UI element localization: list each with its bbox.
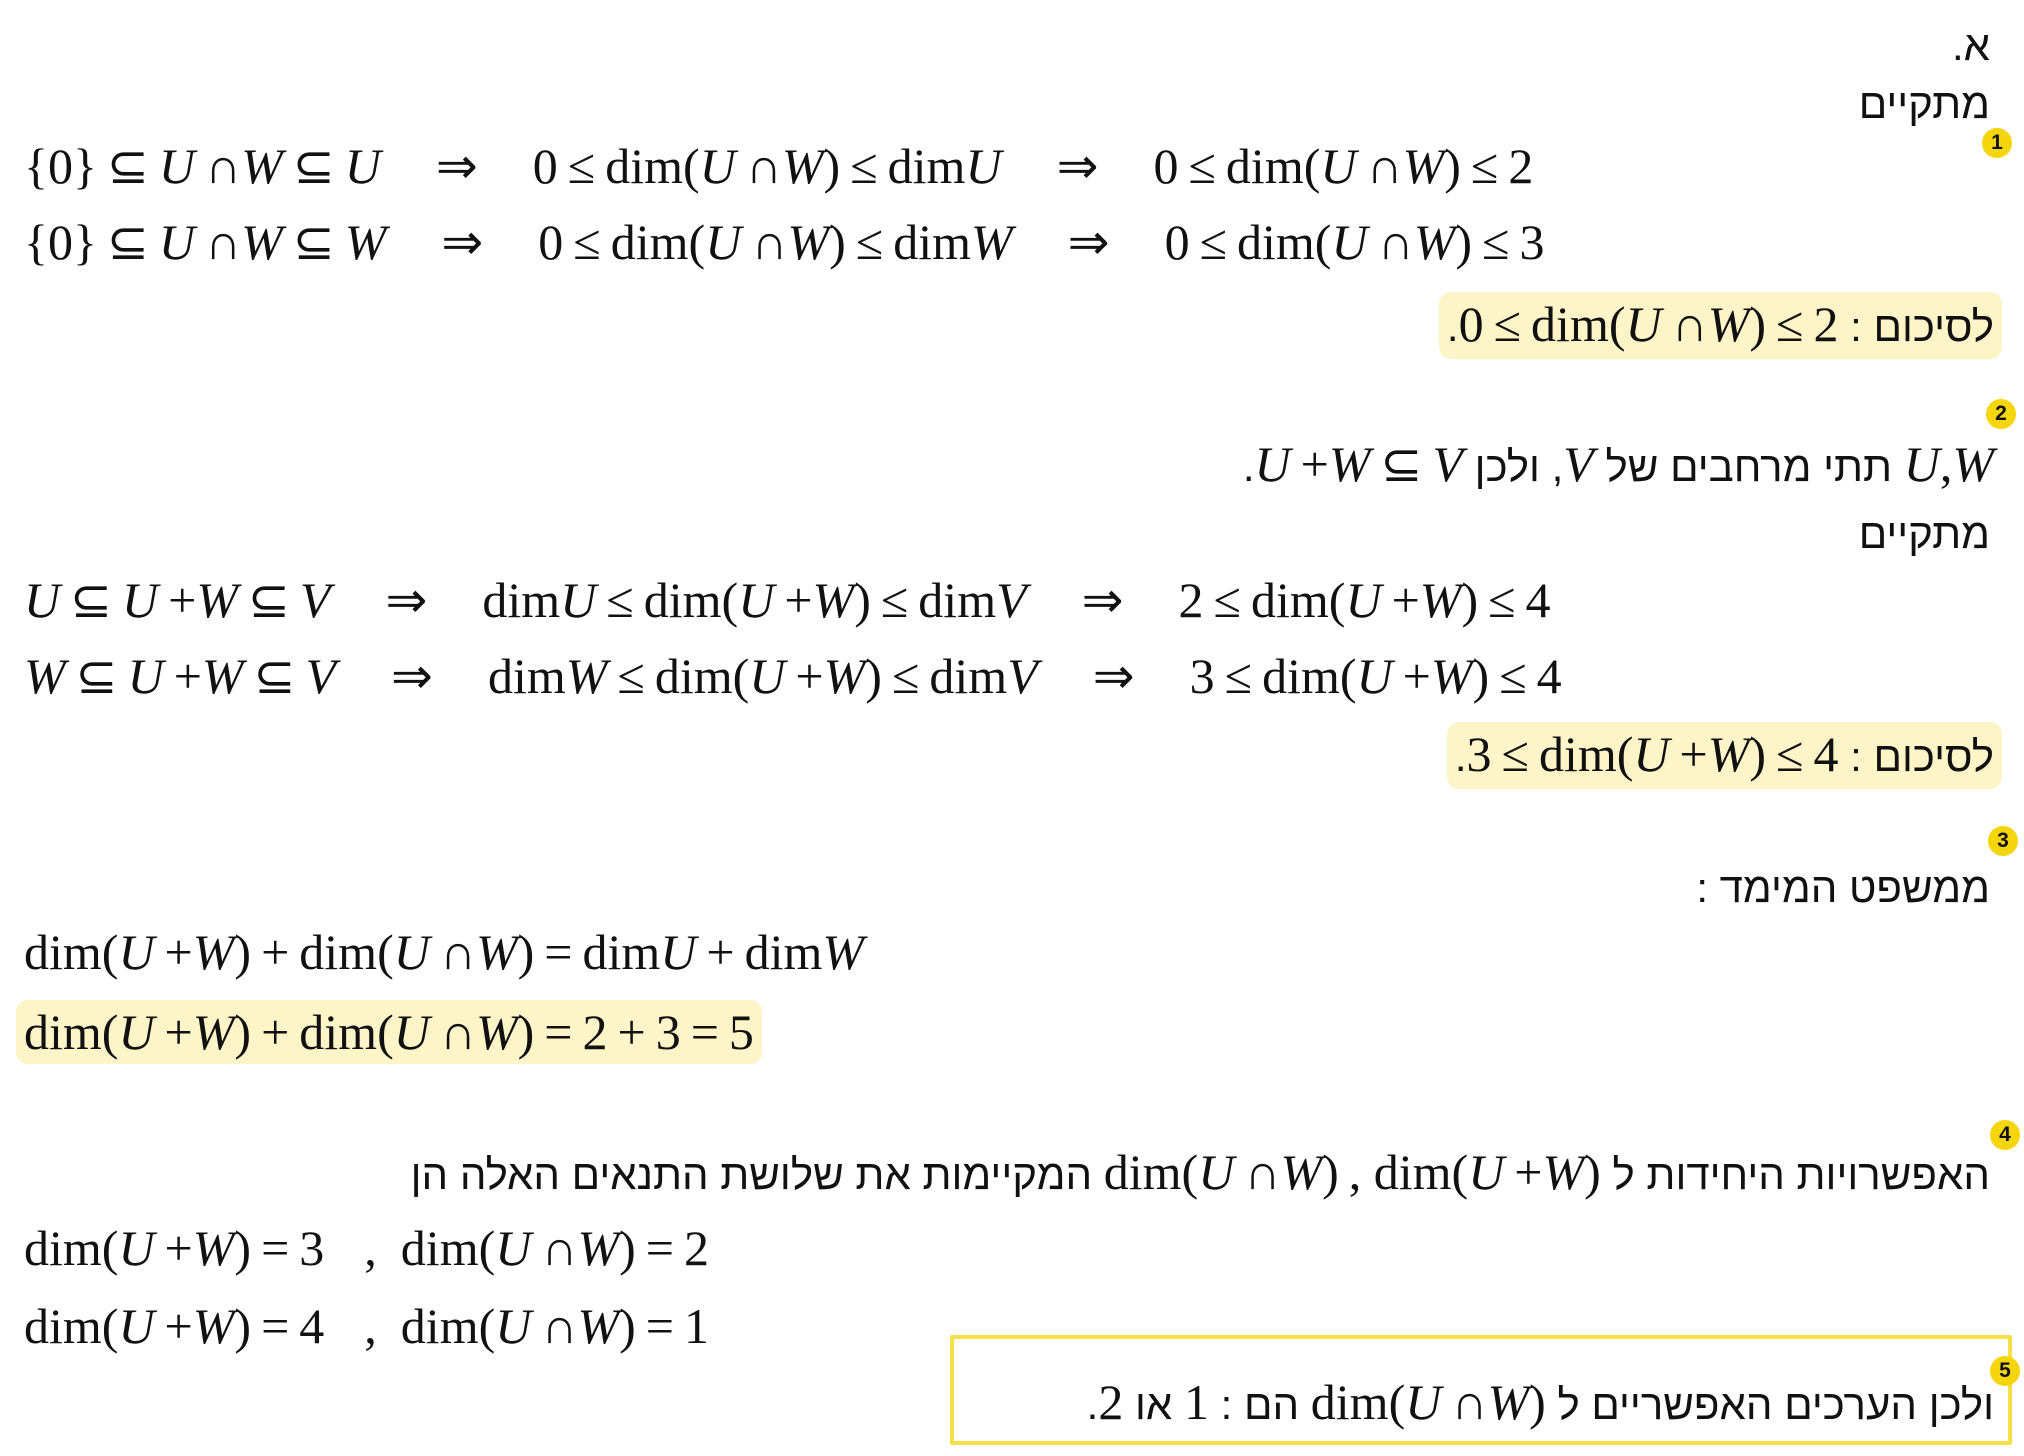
summary-intersection-math: 0 ≤ dim(U ∩W) ≤ 2: [1458, 296, 1839, 352]
possibilities-intro: האפשרויות היחידות ל: [1612, 1151, 1991, 1198]
dimension-theorem-label: ממשפט המימד :: [1696, 864, 1990, 911]
subspaces-text: תתי מרחבים של: [1605, 443, 1893, 490]
step-badge-3: 3: [1988, 826, 2018, 856]
summary-sum-math: 3 ≤ dim(U +W) ≤ 4: [1466, 726, 1839, 782]
value-two: 2: [1098, 1374, 1124, 1430]
math-uw: U,W: [1903, 436, 1994, 492]
conclusion-or: או: [1135, 1381, 1173, 1428]
math-line-sum-w: W ⊆ U +W ⊆ V ⇒ dimW ≤ dim(U +W) ≤ dimV ⇒ 3 ≤…: [24, 648, 1562, 704]
summary-label: לסיכום: [1873, 733, 1994, 780]
step-badge-5: 5: [1990, 1356, 2020, 1386]
possibilities-statement: האפשרויות היחידות ל dim(U ∩W) , dim(U +W…: [411, 1140, 1990, 1207]
math-line-intersection-w: {0} ⊆ U ∩W ⊆ W ⇒ 0 ≤ dim(U ∩W) ≤ dimW ⇒ 0 ≤ …: [24, 214, 1545, 270]
summary-intersection: לסיכום : 0 ≤ dim(U ∩W) ≤ 2.: [1438, 292, 2002, 359]
math-dimension-total: dim(U +W) + dim(U ∩W) = 2 + 3 = 5: [16, 1000, 762, 1064]
step-badge-4: 4: [1990, 1120, 2020, 1150]
dimension-theorem-text: ממשפט המימד: [1719, 864, 1990, 911]
holds-label-1: מתקיים: [1858, 80, 1990, 127]
math-option-1: dim(U +W) = 3, dim(U ∩W) = 2: [24, 1220, 709, 1276]
math-dims-pair: dim(U ∩W) , dim(U +W): [1103, 1144, 1601, 1200]
conclusion-are: הם: [1244, 1381, 1300, 1428]
summary-sum: לסיכום : 3 ≤ dim(U +W) ≤ 4.: [1446, 722, 2002, 789]
math-line-intersection-u: {0} ⊆ U ∩W ⊆ U ⇒ 0 ≤ dim(U ∩W) ≤ dimU ⇒ 0 ≤ …: [24, 138, 1534, 194]
math-option-2: dim(U +W) = 4, dim(U ∩W) = 1: [24, 1298, 709, 1354]
value-one: 1: [1183, 1374, 1209, 1430]
math-line-sum-u: U ⊆ U +W ⊆ V ⇒ dimU ≤ dim(U +W) ≤ dimV ⇒ 2 ≤…: [24, 572, 1551, 628]
step-badge-1: 1: [1982, 128, 2012, 158]
math-sum-subset: U +W ⊆ V: [1254, 436, 1463, 492]
conclusion-statement: ולכן הערכים האפשריים ל dim(U ∩W) הם : 1 …: [1086, 1374, 1994, 1430]
section-label: א.: [1951, 22, 1990, 69]
math-dimension-formula: dim(U +W) + dim(U ∩W) = dimU + dimW: [24, 924, 865, 980]
step-badge-2: 2: [1986, 399, 2016, 429]
math-v: V: [1563, 436, 1594, 492]
holds-label-2: מתקיים: [1858, 510, 1990, 557]
math-intersection-dim: dim(U ∩W): [1310, 1374, 1546, 1430]
summary-label: לסיכום: [1873, 303, 1994, 350]
subspaces-statement: U,W תתי מרחבים של V, ולכן U +W ⊆ V.: [1242, 436, 1994, 492]
conclusion-intro: ולכן הערכים האפשריים ל: [1557, 1381, 1994, 1428]
therefore-text: , ולכן: [1474, 443, 1564, 490]
possibilities-rest: המקיימות את שלושת התנאים האלה הן: [410, 1151, 1093, 1198]
